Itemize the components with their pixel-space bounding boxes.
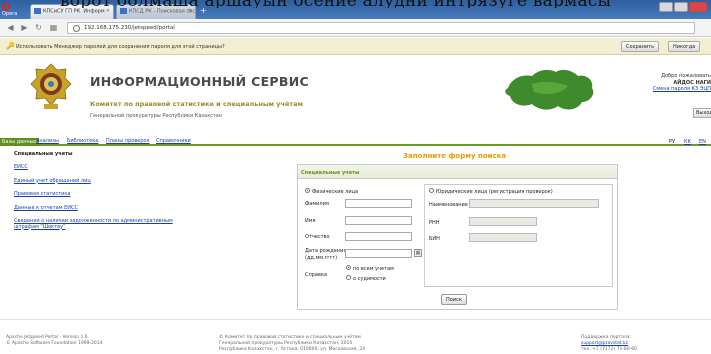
save-password-button[interactable]: Сохранить	[621, 41, 660, 52]
sidebar-item-fines-debt[interactable]: Сведения о наличии задолженности по адми…	[14, 218, 174, 230]
close-tab-icon[interactable]: ×	[188, 8, 192, 14]
footer-support: Поддержка портала: support@pravstat.kz т…	[581, 335, 638, 352]
site-info-icon[interactable]	[73, 25, 80, 32]
reload-icon[interactable]: ↻	[34, 23, 43, 32]
support-email-link[interactable]: support@pravstat.kz	[581, 341, 628, 346]
surname-label: Фамилия	[305, 201, 329, 207]
legal-entities-radio[interactable]: Юридические лица (регистрация проверок)	[429, 188, 553, 195]
menu-references[interactable]: Справочники	[156, 138, 191, 146]
surname-input[interactable]	[345, 199, 412, 208]
change-password-link[interactable]: Смена пароля КЗ ЭЦП	[653, 86, 711, 92]
individuals-radio[interactable]: Физические лица	[305, 188, 358, 195]
main-menu: Базы данных Анализы Библиотека Планы про…	[0, 138, 711, 146]
sidebar-item-eiss[interactable]: ЕИСС	[14, 164, 174, 171]
page-title: ИНФОРМАЦИОННЫЙ СЕРВИС	[90, 74, 309, 89]
birthdate-label: Дата рождения	[305, 248, 347, 254]
kazakhstan-map-icon	[505, 69, 594, 110]
sidebar-item-eiss-reports[interactable]: Данные к отчетам ЕИСС	[14, 205, 174, 212]
reference-label: Справка	[305, 272, 328, 278]
menu-databases[interactable]: Базы данных	[0, 138, 39, 146]
sidebar-item-legal-statistics[interactable]: Правовая статистика	[14, 191, 174, 198]
birthdate-hint: (дд.мм.гггг)	[305, 255, 338, 261]
search-button[interactable]: Поиск	[441, 294, 467, 305]
rnn-input[interactable]	[469, 217, 537, 226]
name-input[interactable]	[345, 216, 412, 225]
birthdate-input[interactable]	[345, 249, 412, 258]
lang-kk[interactable]: КК	[684, 139, 691, 145]
logout-button[interactable]: Выход	[693, 108, 711, 118]
sidebar: Специальные учеты ЕИСС Единый учет обращ…	[14, 151, 174, 238]
tab-favicon-icon	[34, 8, 41, 14]
footer-copyright: © Комитет по правовой статистике и специ…	[219, 335, 366, 352]
url-input[interactable]: 192.168.175.230/jetspeed/portal	[67, 22, 695, 34]
sidebar-heading: Специальные учеты	[14, 151, 73, 157]
welcome-block: Добро пожаловать АЙДОС НАГИ Смена пароля…	[648, 73, 711, 93]
lang-ru[interactable]: РУ	[669, 139, 675, 145]
forward-icon[interactable]: ▶	[20, 23, 29, 32]
footer-version: Apache Jetspeed Portal - Version 1.6 © A…	[6, 335, 103, 346]
lang-en[interactable]: EN	[699, 139, 706, 145]
back-icon[interactable]: ◀	[6, 23, 15, 32]
org-name-input[interactable]	[469, 199, 599, 208]
name-label: Имя	[305, 218, 316, 224]
address-bar: ◀ ▶ ↻ ▦ 192.168.175.230/jetspeed/portal	[0, 19, 711, 37]
prosecutor-emblem-icon	[30, 63, 72, 109]
bin-input[interactable]	[469, 233, 537, 242]
committee-name: Комитет по правовой статистике и специал…	[90, 100, 303, 108]
password-manager-bar: 🔑 Использовать Менеджер паролей для сохр…	[0, 38, 711, 55]
radio-empty-icon	[429, 188, 434, 193]
never-button[interactable]: Никогда	[668, 41, 701, 52]
tab-favicon-icon	[120, 8, 127, 14]
speed-dial-icon[interactable]: ▦	[49, 23, 58, 32]
radio-empty-icon	[346, 275, 351, 280]
form-title: Заполните форму поиска	[403, 152, 507, 160]
prosecutor-office-name: Генеральной прокуратуры Республики Казах…	[90, 113, 223, 119]
menu-inspection-plans[interactable]: Планы проверок	[106, 138, 150, 146]
ref-conviction-radio[interactable]: о судимости	[346, 275, 386, 282]
patronymic-input[interactable]	[345, 232, 412, 241]
bin-label: БИН	[429, 236, 440, 242]
patronymic-label: Отчество	[305, 234, 330, 240]
form-section-header: Специальные учеты	[297, 164, 618, 179]
calendar-icon[interactable]: ▦	[414, 249, 422, 257]
close-tab-icon[interactable]: ×	[106, 8, 110, 14]
rnn-label: РНН	[429, 220, 440, 226]
org-name-label: Наименование	[429, 202, 468, 208]
ref-all-radio[interactable]: по всем учетам	[346, 265, 394, 272]
radio-selected-icon	[305, 188, 310, 193]
menu-library[interactable]: Библиотека	[67, 138, 98, 146]
menu-analyses[interactable]: Анализы	[36, 138, 59, 146]
overlay-banner: ворот болмаша аршауын осение алудни интр…	[0, 0, 711, 8]
key-icon: 🔑	[6, 42, 15, 50]
radio-selected-icon	[346, 265, 351, 270]
sidebar-item-appeals[interactable]: Единый учет обращений лиц	[14, 178, 174, 185]
